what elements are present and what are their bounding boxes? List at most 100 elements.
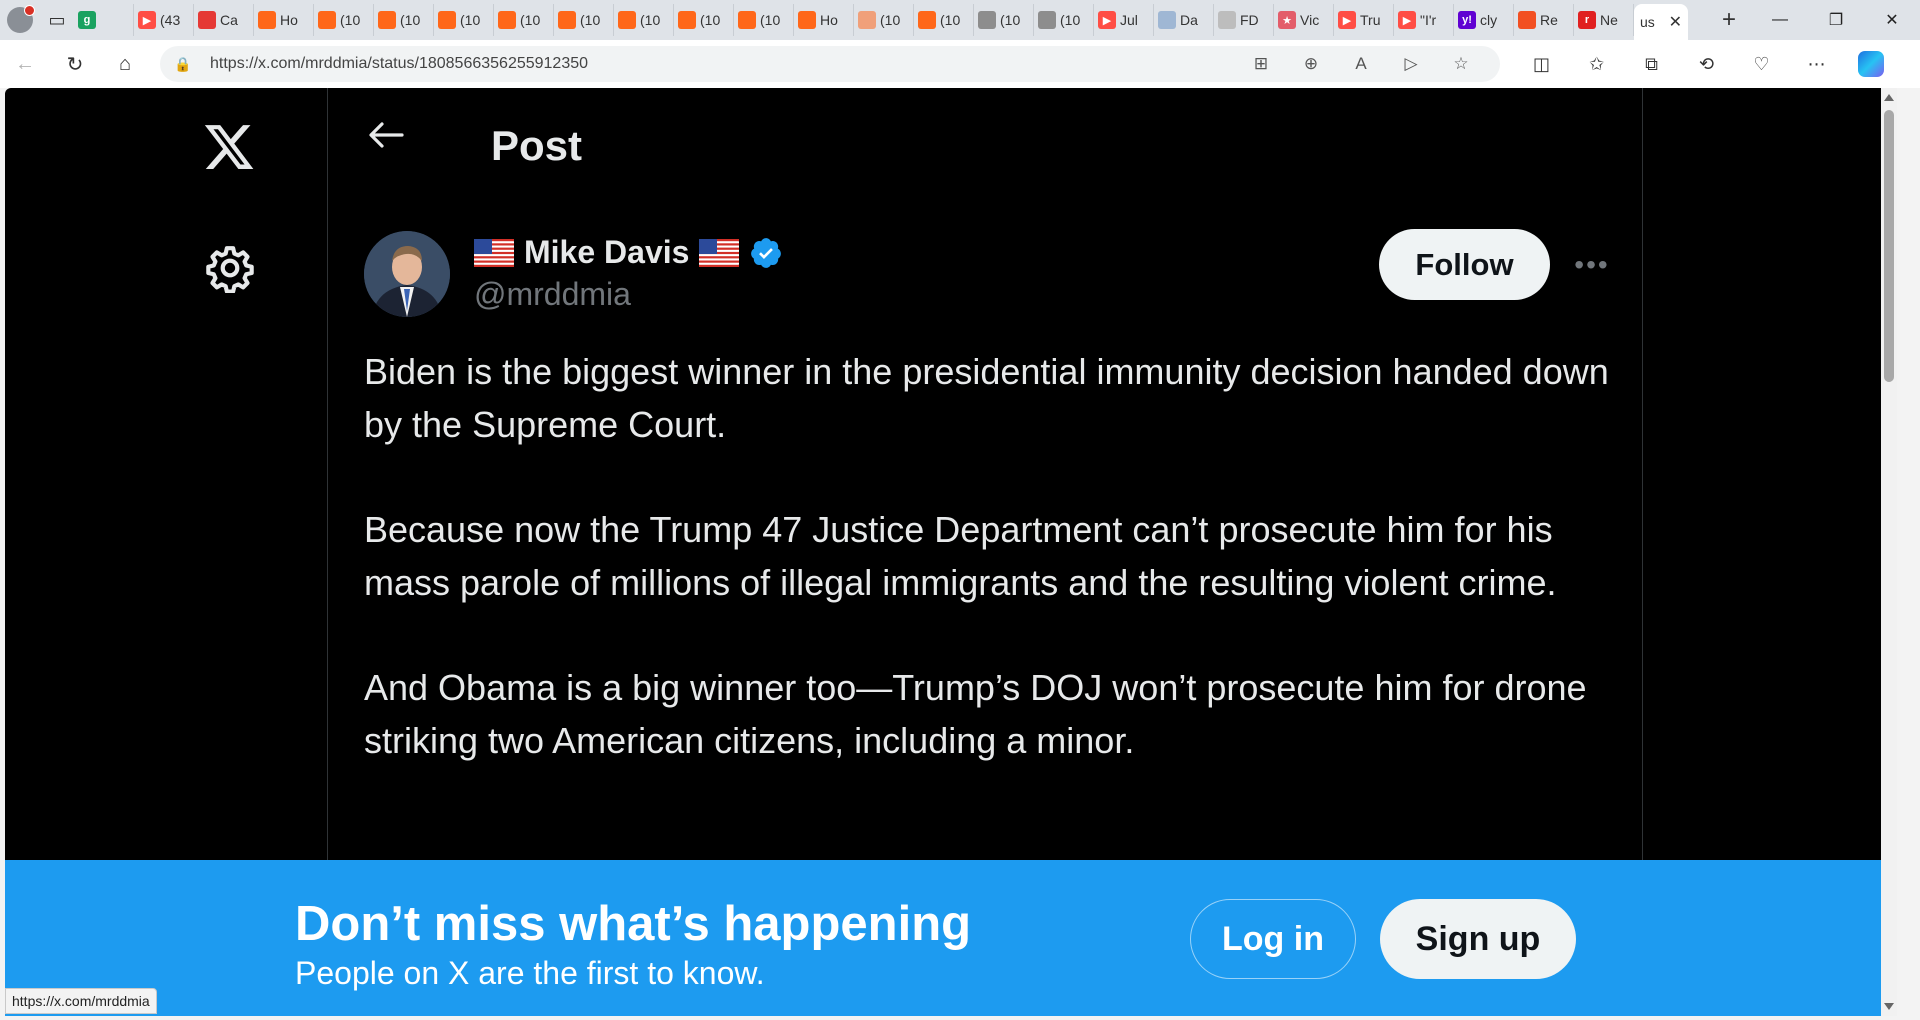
author-handle[interactable]: @mrddmia [474,276,631,313]
tab-active[interactable]: us ✕ [1634,4,1688,40]
tab-favicon-icon [858,11,876,29]
tab-label: (10 [760,12,781,28]
login-button[interactable]: Log in [1190,899,1356,979]
browser-tab[interactable]: ▶ (43 [134,4,194,36]
browser-tab[interactable]: (10 [974,4,1034,36]
favorites-icon[interactable]: ✩ [1569,54,1624,75]
lock-icon[interactable]: 🔒 [174,56,196,73]
split-screen-icon[interactable]: ◫ [1514,54,1569,75]
verified-badge-icon[interactable] [749,236,783,270]
tab-label: (43 [160,12,181,28]
page-viewport: Post Mike Davis @mrddmia Follow ••• Bide… [5,88,1897,1016]
home-button[interactable]: ⌂ [100,40,150,88]
browser-tab[interactable]: (10 [494,4,554,36]
restore-button[interactable]: ❐ [1808,0,1864,40]
tab-favicon-icon [438,11,456,29]
browser-tab[interactable]: ★ Vic [1274,4,1334,36]
history-icon[interactable]: ⟲ [1679,54,1734,75]
tab-favicon-icon [558,11,576,29]
tab-favicon-icon: y! [1458,11,1476,29]
copilot-icon[interactable] [1858,51,1884,77]
settings-more-icon[interactable]: ⋯ [1789,54,1844,75]
page-scrollbar[interactable] [1881,88,1897,1016]
browser-tab[interactable]: ▶ Jul [1094,4,1154,36]
browser-tab[interactable]: y! cly [1454,4,1514,36]
tab-label: (10 [460,12,481,28]
tab-label: (10 [340,12,361,28]
browser-tab[interactable]: (10 [374,4,434,36]
new-tab-button[interactable]: + [1706,0,1752,40]
tab-label: (10 [940,12,961,28]
tab-label: Ho [280,12,298,28]
back-arrow-icon[interactable] [366,120,406,150]
browser-tab[interactable]: Ca [194,4,254,36]
browser-tab[interactable]: Re [1514,4,1574,36]
author-name[interactable]: Mike Davis [524,234,689,271]
profile-button[interactable] [0,0,40,40]
browser-essentials-icon[interactable]: ♡ [1734,54,1789,75]
minimize-button[interactable]: — [1752,0,1808,40]
app-available-icon[interactable]: ⊞ [1236,54,1286,74]
browser-tab[interactable]: g [74,4,134,36]
close-tab-icon[interactable]: ✕ [1669,12,1682,32]
tab-favicon-icon [1038,11,1056,29]
browser-tab[interactable]: (10 [854,4,914,36]
tab-actions-icon[interactable]: ▭ [40,0,74,40]
more-options-icon[interactable]: ••• [1570,243,1614,287]
immersive-reader-icon[interactable]: ▷ [1386,54,1436,74]
us-flag-icon [474,238,514,267]
scrollbar-thumb[interactable] [1884,110,1894,382]
tab-label: (10 [400,12,421,28]
read-aloud-icon[interactable]: A [1336,54,1386,74]
favorite-star-icon[interactable]: ☆ [1436,54,1486,74]
url-text[interactable]: https://x.com/mrddmia/status/18085663562… [210,55,1236,73]
browser-tab[interactable]: r Ne [1574,4,1634,36]
tab-favicon-icon [678,11,696,29]
tab-label: Da [1180,12,1198,28]
tab-favicon-icon [978,11,996,29]
tab-label: (10 [880,12,901,28]
browser-tab[interactable]: (10 [434,4,494,36]
browser-tab[interactable]: (10 [1034,4,1094,36]
browser-tab[interactable]: Ho [254,4,314,36]
close-window-button[interactable]: ✕ [1864,0,1920,40]
tab-favicon-icon: ★ [1278,11,1296,29]
tab-favicon-icon [798,11,816,29]
tab-label: Re [1540,12,1558,28]
browser-tab[interactable]: Ho [794,4,854,36]
tab-favicon-icon [498,11,516,29]
signup-banner: Don’t miss what’s happening People on X … [5,860,1881,1016]
browser-tab[interactable]: (10 [914,4,974,36]
refresh-button[interactable]: ↻ [50,40,100,88]
profile-avatar-icon [7,5,35,33]
settings-gear-icon[interactable] [205,243,255,293]
browser-tab[interactable]: (10 [614,4,674,36]
scroll-down-arrow-icon[interactable] [1884,1003,1894,1010]
scroll-up-arrow-icon[interactable] [1884,94,1894,101]
tweet-paragraph: Biden is the biggest winner in the presi… [364,351,1609,445]
author-avatar[interactable] [364,231,450,317]
browser-tab[interactable]: Da [1154,4,1214,36]
tab-label: (10 [580,12,601,28]
zoom-icon[interactable]: ⊕ [1286,54,1336,74]
follow-button[interactable]: Follow [1379,229,1550,300]
tab-favicon-icon [618,11,636,29]
tab-label: (10 [1000,12,1021,28]
browser-tab[interactable]: (10 [734,4,794,36]
author-name-row[interactable]: Mike Davis [474,234,783,271]
tab-label: (10 [640,12,661,28]
signup-button[interactable]: Sign up [1380,899,1576,979]
browser-tab[interactable]: ▶ "I'r [1394,4,1454,36]
browser-tab[interactable]: (10 [554,4,614,36]
browser-tab[interactable]: FD [1214,4,1274,36]
browser-tab[interactable]: (10 [674,4,734,36]
address-bar[interactable]: 🔒 https://x.com/mrddmia/status/180856635… [160,46,1500,82]
browser-tab[interactable]: ▶ Tru [1334,4,1394,36]
back-button[interactable]: ← [0,40,50,88]
tab-label: Ne [1600,12,1618,28]
browser-tab[interactable]: (10 [314,4,374,36]
tab-favicon-icon [258,11,276,29]
x-logo-icon[interactable] [200,120,258,174]
collections-icon[interactable]: ⧉ [1624,54,1679,75]
tab-favicon-icon [918,11,936,29]
